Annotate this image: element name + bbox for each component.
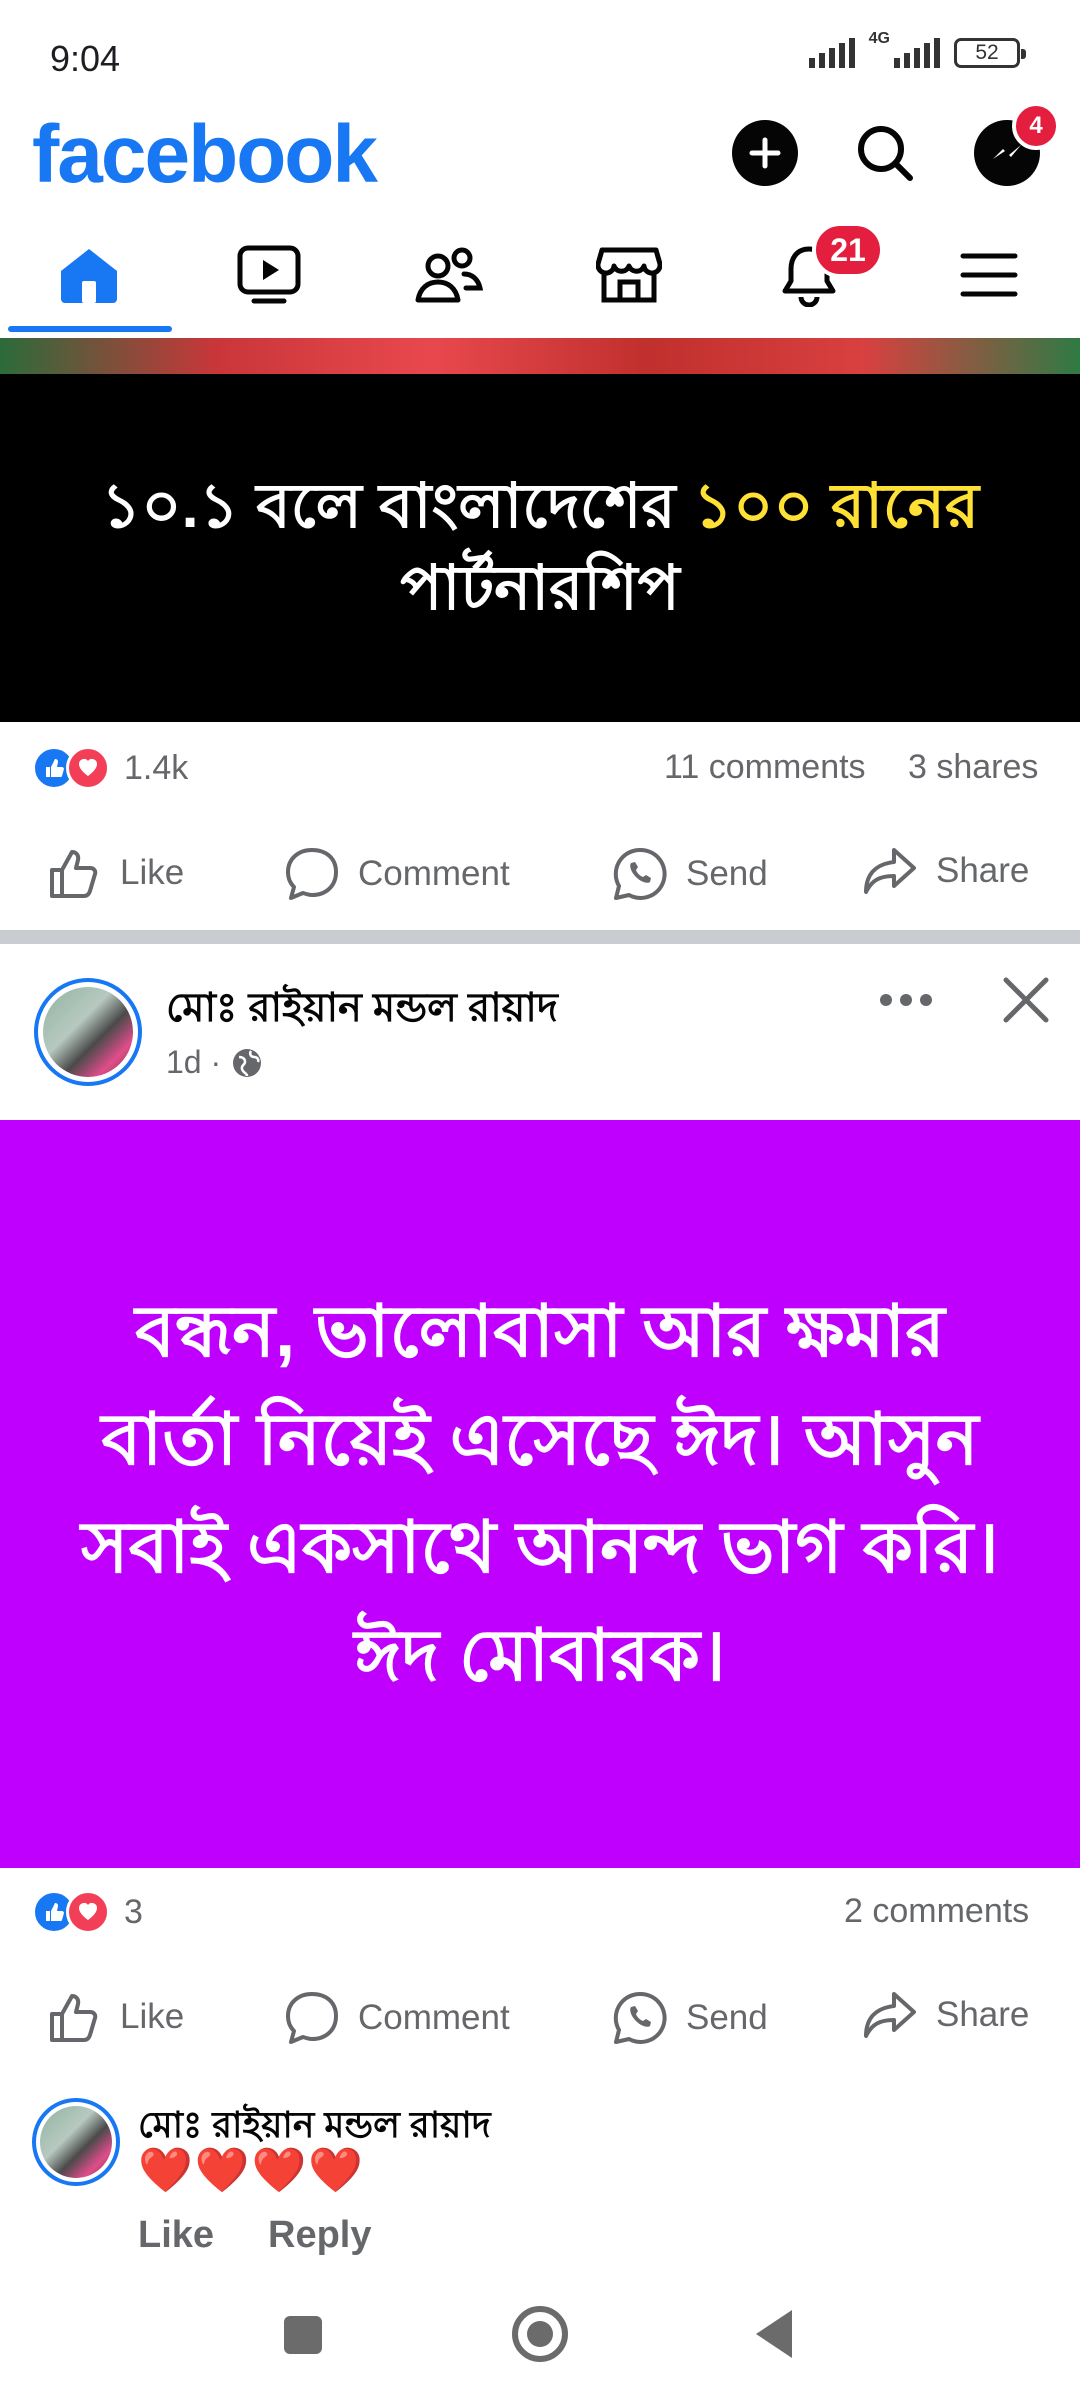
whatsapp-icon: [613, 847, 667, 900]
post1-text-white: ১০.১ বলে বাংলাদেশের: [100, 472, 693, 541]
menu-icon: [960, 253, 1018, 297]
post1-text-yellow: ১০০ রানের: [692, 472, 980, 541]
video-icon: [237, 245, 301, 304]
send-label: Send: [686, 854, 768, 893]
post2-time: 1d ·: [166, 1044, 222, 1080]
post2-comments-count[interactable]: 2 comments: [844, 1892, 1029, 1931]
share-icon: [864, 1992, 916, 2038]
post2-reactions[interactable]: 3: [32, 1890, 143, 1934]
thumbs-up-icon: [50, 850, 98, 898]
battery-level: 52: [975, 41, 999, 64]
recents-button[interactable]: [284, 2316, 322, 2354]
network-type: 4G: [868, 30, 890, 47]
post2-timestamp: 1d ·: [166, 1044, 263, 1081]
love-reaction-icon: [66, 746, 110, 790]
tab-marketplace[interactable]: [564, 230, 694, 320]
comment-icon: [286, 848, 338, 900]
search-icon: [858, 126, 913, 181]
back-button[interactable]: [756, 2310, 792, 2358]
like-label: Like: [120, 1997, 185, 2036]
post1-shares-count[interactable]: 3 shares: [908, 748, 1038, 787]
home-nav-button[interactable]: [512, 2306, 568, 2362]
post1-image[interactable]: ১০.১ বলে বাংলাদেশের ১০০ রানের পার্টনারশি…: [0, 374, 1080, 722]
comment-label: Comment: [358, 1998, 510, 2037]
tab-video[interactable]: [204, 230, 334, 320]
post2-reaction-count: 3: [124, 1892, 143, 1931]
post1-reactions[interactable]: 1.4k: [32, 746, 188, 790]
active-tab-indicator: [8, 326, 172, 332]
status-time: 9:04: [50, 38, 121, 79]
comment-like-button[interactable]: Like: [138, 2214, 214, 2257]
whatsapp-icon: [613, 1991, 667, 2044]
battery-icon: 52: [954, 38, 1026, 68]
post1-reaction-count: 1.4k: [124, 748, 189, 787]
messenger-badge: 4: [1012, 102, 1060, 150]
like-label: Like: [120, 853, 185, 892]
signal-icon: [808, 38, 855, 68]
post2-more-button[interactable]: [876, 980, 936, 1020]
create-button[interactable]: [732, 120, 798, 186]
tab-menu[interactable]: [924, 230, 1054, 320]
share-icon: [864, 848, 916, 894]
post2-avatar[interactable]: [34, 978, 142, 1086]
comment-label: Comment: [358, 854, 510, 893]
post1-comment-button[interactable]: Comment: [284, 846, 510, 902]
post1-like-button[interactable]: Like: [48, 846, 184, 900]
send-label: Send: [686, 1998, 768, 2037]
comment-text: ❤️❤️❤️❤️: [138, 2146, 366, 2195]
facebook-logo[interactable]: facebook: [32, 108, 378, 202]
tab-home[interactable]: [24, 230, 154, 320]
comment-avatar[interactable]: [32, 2098, 120, 2186]
post1-send-button[interactable]: Send: [612, 846, 768, 902]
marketplace-icon: [596, 247, 662, 303]
tab-friends[interactable]: [384, 230, 514, 320]
plus-icon: [749, 137, 781, 169]
home-nav-dot: [527, 2321, 553, 2347]
home-icon: [61, 249, 117, 303]
avatar-image: [43, 987, 133, 1077]
post2-like-button[interactable]: Like: [48, 1990, 184, 2044]
search-button[interactable]: [852, 120, 918, 186]
post2-hide-button[interactable]: [996, 970, 1056, 1030]
post2-text: বন্ধন, ভালোবাসা আর ক্ষমার বার্তা নিয়েই …: [81, 1292, 999, 1696]
comment-icon: [286, 1992, 338, 2044]
globe-icon: [233, 1048, 262, 1077]
signal-icon-2: [894, 38, 940, 68]
post1-share-button[interactable]: Share: [862, 846, 1029, 896]
post2-share-button[interactable]: Share: [862, 1990, 1029, 2040]
more-icon: [880, 994, 932, 1006]
close-icon: [1003, 977, 1049, 1023]
post1-image-top[interactable]: [0, 338, 1080, 374]
friends-icon: [415, 247, 484, 303]
love-reaction-icon: [66, 1890, 110, 1934]
thumbs-up-icon: [50, 1994, 98, 2042]
share-label: Share: [936, 1995, 1030, 2034]
share-label: Share: [936, 851, 1030, 890]
status-icons: 4G 52: [808, 30, 1026, 68]
post2-author[interactable]: মোঃ রাইয়ান মন্ডল রায়াদ: [166, 976, 558, 1043]
post2-send-button[interactable]: Send: [612, 1990, 768, 2046]
comment-reply-button[interactable]: Reply: [268, 2214, 371, 2257]
post1-text-line2: পার্টনারশিপ: [400, 554, 680, 623]
avatar-image: [40, 2106, 112, 2178]
post1-comments-count[interactable]: 11 comments: [664, 748, 866, 787]
post2-text-background[interactable]: বন্ধন, ভালোবাসা আর ক্ষমার বার্তা নিয়েই …: [0, 1120, 1080, 1868]
post-divider: [0, 930, 1080, 944]
post2-comment-button[interactable]: Comment: [284, 1990, 510, 2046]
notifications-badge: 21: [812, 222, 884, 278]
